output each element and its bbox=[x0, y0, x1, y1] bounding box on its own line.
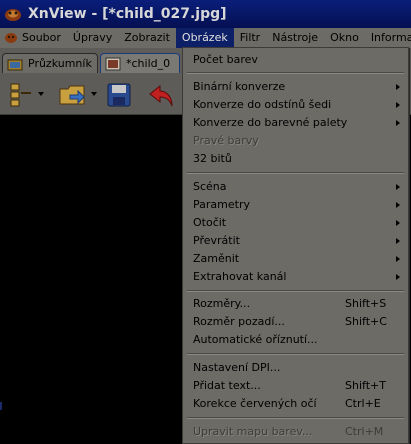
browser-icon[interactable] bbox=[8, 82, 36, 108]
open-dropdown-arrow-icon[interactable] bbox=[91, 92, 97, 96]
browser-tab-icon bbox=[7, 59, 23, 70]
menu-separator bbox=[187, 172, 404, 174]
menu-item-shortcut: Ctrl+E bbox=[345, 397, 381, 410]
window-title: XnView - [*child_027.jpg] bbox=[28, 6, 227, 22]
menu-separator bbox=[187, 72, 404, 74]
menu-item-label: Parametry bbox=[193, 198, 250, 211]
menu-item-upravit-mapu-barev: Upravit mapu barev... Ctrl+M bbox=[183, 423, 408, 441]
menu-item-label: Extrahovat kanál bbox=[193, 270, 287, 283]
menu-item-label: Scéna bbox=[193, 180, 227, 193]
menu-item-label: Zaměnit bbox=[193, 252, 240, 265]
menu-item-parametry[interactable]: Parametry bbox=[183, 196, 408, 214]
title-bar: XnView - [*child_027.jpg] bbox=[0, 0, 411, 28]
image-menu-dropdown: Počet barev Binární konverze Konverze do… bbox=[182, 47, 409, 444]
browser-dropdown-arrow-icon[interactable] bbox=[38, 92, 44, 96]
menu-filtr[interactable]: Filtr bbox=[234, 28, 266, 48]
menu-nastroje[interactable]: Nástroje bbox=[266, 28, 324, 48]
tab-image[interactable]: *child_0 bbox=[100, 53, 180, 73]
menu-item-shortcut: Shift+T bbox=[345, 379, 386, 392]
menu-okno[interactable]: Okno bbox=[324, 28, 365, 48]
save-icon[interactable] bbox=[106, 82, 132, 108]
menu-bar: Soubor Úpravy Zobrazit Obrázek Filtr Nás… bbox=[0, 28, 411, 48]
submenu-arrow-icon bbox=[396, 274, 400, 280]
submenu-arrow-icon bbox=[396, 238, 400, 244]
menu-item-label: Automatické oříznutí... bbox=[193, 333, 318, 346]
image-tab-icon bbox=[105, 57, 121, 70]
menu-item-label: Korekce červených očí bbox=[193, 397, 317, 410]
menu-item-32-bitu[interactable]: 32 bitů bbox=[183, 150, 408, 168]
menu-item-shortcut: Shift+S bbox=[345, 297, 387, 310]
menu-item-label: Konverze do barevné palety bbox=[193, 116, 348, 129]
submenu-arrow-icon bbox=[396, 220, 400, 226]
scroll-marker bbox=[0, 402, 2, 410]
submenu-arrow-icon bbox=[396, 120, 400, 126]
menu-separator bbox=[187, 417, 404, 419]
menu-obrazek[interactable]: Obrázek bbox=[175, 28, 234, 48]
tab-browser-label: Průzkumník bbox=[28, 57, 92, 70]
menu-separator bbox=[187, 290, 404, 292]
submenu-arrow-icon bbox=[396, 84, 400, 90]
menu-zobrazit[interactable]: Zobrazit bbox=[118, 28, 176, 48]
menu-item-label: Počet barev bbox=[193, 53, 258, 66]
menu-item-otocit[interactable]: Otočit bbox=[183, 214, 408, 232]
menu-item-shortcut: Ctrl+M bbox=[345, 425, 384, 438]
menu-item-rozmer-pozadi[interactable]: Rozměr pozadí... Shift+C bbox=[183, 313, 408, 331]
menu-item-label: Převrátit bbox=[193, 234, 240, 247]
menu-item-pocet-barev[interactable]: Počet barev bbox=[183, 51, 408, 69]
menu-item-automaticke-oriznuti[interactable]: Automatické oříznutí... bbox=[183, 331, 408, 349]
menu-item-shortcut: Shift+C bbox=[345, 315, 387, 328]
tab-browser[interactable]: Průzkumník bbox=[2, 53, 98, 73]
menu-item-pridat-text[interactable]: Přidat text... Shift+T bbox=[183, 377, 408, 395]
tab-image-label: *child_0 bbox=[126, 57, 171, 70]
menu-soubor-label: Soubor bbox=[22, 31, 61, 44]
menu-item-label: Konverze do odstínů šedi bbox=[193, 98, 332, 111]
menu-item-zamenit[interactable]: Zaměnit bbox=[183, 250, 408, 268]
submenu-arrow-icon bbox=[396, 184, 400, 190]
menu-item-label: Otočit bbox=[193, 216, 227, 229]
menu-item-label: Rozměry... bbox=[193, 297, 251, 310]
menu-item-korekce-cervenych-oci[interactable]: Korekce červených očí Ctrl+E bbox=[183, 395, 408, 413]
menu-separator bbox=[187, 353, 404, 355]
submenu-arrow-icon bbox=[396, 102, 400, 108]
undo-icon[interactable] bbox=[146, 82, 176, 108]
menu-item-extrahovat-kanal[interactable]: Extrahovat kanál bbox=[183, 268, 408, 286]
menu-item-label: Přidat text... bbox=[193, 379, 261, 392]
menu-item-prave-barvy: Pravé barvy bbox=[183, 132, 408, 150]
menu-item-label: 32 bitů bbox=[193, 152, 232, 165]
submenu-arrow-icon bbox=[396, 202, 400, 208]
menu-item-binarni-konverze[interactable]: Binární konverze bbox=[183, 78, 408, 96]
menu-item-label: Upravit mapu barev... bbox=[193, 425, 313, 438]
submenu-arrow-icon bbox=[396, 256, 400, 262]
menu-item-label: Nastavení DPI... bbox=[193, 361, 281, 374]
menu-item-label: Pravé barvy bbox=[193, 134, 259, 147]
menu-item-konverze-odstinu-sedi[interactable]: Konverze do odstínů šedi bbox=[183, 96, 408, 114]
menu-item-nastaveni-dpi[interactable]: Nastavení DPI... bbox=[183, 359, 408, 377]
menu-upravy[interactable]: Úpravy bbox=[67, 28, 118, 48]
menu-informace[interactable]: Informace bbox=[365, 28, 411, 48]
menu-soubor[interactable]: Soubor bbox=[0, 28, 67, 48]
xnview-logo-icon bbox=[5, 9, 21, 21]
menu-item-label: Binární konverze bbox=[193, 80, 286, 93]
menu-item-scena[interactable]: Scéna bbox=[183, 178, 408, 196]
open-folder-icon[interactable] bbox=[58, 82, 88, 108]
app-menu-icon bbox=[5, 33, 17, 43]
menu-item-label: Rozměr pozadí... bbox=[193, 315, 285, 328]
menu-item-konverze-barevne-palety[interactable]: Konverze do barevné palety bbox=[183, 114, 408, 132]
menu-item-rozmery[interactable]: Rozměry... Shift+S bbox=[183, 295, 408, 313]
menu-item-prevratit[interactable]: Převrátit bbox=[183, 232, 408, 250]
